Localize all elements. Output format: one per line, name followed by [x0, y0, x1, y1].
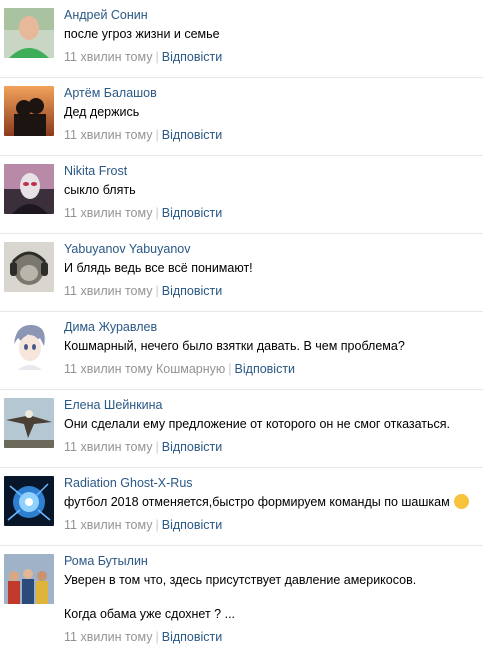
comment-author[interactable]: Yabuyanov Yabuyanov — [64, 241, 191, 258]
avatar[interactable] — [4, 164, 54, 214]
separator: | — [155, 128, 159, 142]
reply-link[interactable]: Відповісти — [162, 630, 223, 644]
comment-text: Они сделали ему предложение от которого … — [64, 417, 451, 431]
blue-energy-orb — [4, 476, 54, 526]
comment-author[interactable]: Артём Балашов — [64, 85, 157, 102]
comment-time[interactable]: 11 хвилин тому — [64, 284, 153, 298]
comment-item: Nikita Frost сыкло блять 11 хвилин тому |… — [0, 156, 483, 234]
comment-time[interactable]: 11 хвилин тому — [64, 128, 153, 142]
comment-time[interactable]: 11 хвилин тому — [64, 440, 153, 454]
comment-meta: 11 хвилин тому | Відповісти — [64, 629, 477, 646]
comment-text: после угроз жизни и семье — [64, 27, 220, 41]
comment-author[interactable]: Radiation Ghost-X-Rus — [64, 475, 193, 492]
comment-author[interactable]: Nikita Frost — [64, 163, 127, 180]
avatar[interactable] — [4, 8, 54, 58]
comment-meta: 11 хвилин тому | Відповісти — [64, 517, 477, 534]
comment-author[interactable]: Рома Бутылин — [64, 553, 148, 570]
laughing-emoji-icon — [453, 494, 469, 509]
separator: | — [155, 50, 159, 64]
comment-text: сыкло блять — [64, 183, 136, 197]
avatar[interactable] — [4, 554, 54, 604]
comment-text: футбол 2018 отменяется,быстро формируем … — [64, 494, 477, 511]
comment-meta: 11 хвилин тому | Відповісти — [64, 283, 477, 300]
monkey-headphones-sketch — [4, 242, 54, 292]
comment-item: Андрей Сонин после угроз жизни и семье 1… — [0, 0, 483, 78]
comment-meta: 11 хвилин тому | Відповісти — [64, 49, 477, 66]
avatar[interactable] — [4, 398, 54, 448]
comment-item: Yabuyanov Yabuyanov И блядь ведь все всё… — [0, 234, 483, 312]
avatar[interactable] — [4, 476, 54, 526]
comments-feed: Андрей Сонин после угроз жизни и семье 1… — [0, 0, 483, 659]
comment-meta: 11 хвилин тому Кошмарную | Відповісти — [64, 361, 477, 378]
anime-boy-drawing — [4, 320, 54, 370]
comment-meta: 11 хвилин тому | Відповісти — [64, 439, 477, 456]
masked-figure-photo — [4, 164, 54, 214]
separator: | — [155, 284, 159, 298]
comment-meta: 11 хвилин тому | Відповісти — [64, 205, 477, 222]
reply-link[interactable]: Відповісти — [235, 362, 296, 376]
separator: | — [155, 206, 159, 220]
avatar[interactable] — [4, 242, 54, 292]
comment-author[interactable]: Елена Шейнкина — [64, 397, 163, 414]
reply-link[interactable]: Відповісти — [162, 50, 223, 64]
comment-time[interactable]: 11 хвилин тому — [64, 630, 153, 644]
comment-author[interactable]: Андрей Сонин — [64, 7, 148, 24]
comment-text: Кошмарный, нечего было взятки давать. В … — [64, 339, 405, 353]
sunset-couple-photo — [4, 86, 54, 136]
separator: | — [155, 630, 159, 644]
reply-link[interactable]: Відповісти — [162, 284, 223, 298]
crowd-group-photo — [4, 554, 54, 604]
mention-link[interactable]: Кошмарную — [156, 362, 225, 376]
comment-item: Артём Балашов Дед держись 11 хвилин тому… — [0, 78, 483, 156]
comment-time[interactable]: 11 хвилин тому — [64, 518, 153, 532]
avatar[interactable] — [4, 86, 54, 136]
comment-item: Рома Бутылин Уверен в том что, здесь при… — [0, 546, 483, 659]
reply-link[interactable]: Відповісти — [162, 440, 223, 454]
comment-item: Дима Журавлев Кошмарный, нечего было взя… — [0, 312, 483, 390]
comment-time[interactable]: 11 хвилин тому — [64, 50, 153, 64]
avatar[interactable] — [4, 320, 54, 370]
comment-text: И блядь ведь все всё понимают! — [64, 261, 253, 275]
comment-time[interactable]: 11 хвилин тому — [64, 362, 153, 376]
comment-author[interactable]: Дима Журавлев — [64, 319, 157, 336]
comment-text: Уверен в том что, здесь присутствует дав… — [64, 573, 417, 621]
separator: | — [155, 440, 159, 454]
eagle-photo — [4, 398, 54, 448]
comment-time[interactable]: 11 хвилин тому — [64, 206, 153, 220]
green-shirt-man-photo — [4, 8, 54, 58]
reply-link[interactable]: Відповісти — [162, 518, 223, 532]
separator: | — [155, 518, 159, 532]
reply-link[interactable]: Відповісти — [162, 206, 223, 220]
comment-meta: 11 хвилин тому | Відповісти — [64, 127, 477, 144]
comment-item: Елена Шейнкина Они сделали ему предложен… — [0, 390, 483, 468]
separator: | — [228, 362, 232, 376]
comment-item: Radiation Ghost-X-Rus футбол 2018 отменя… — [0, 468, 483, 546]
comment-text-content: футбол 2018 отменяется,быстро формируем … — [64, 495, 450, 509]
reply-link[interactable]: Відповісти — [162, 128, 223, 142]
comment-text: Дед держись — [64, 105, 140, 119]
